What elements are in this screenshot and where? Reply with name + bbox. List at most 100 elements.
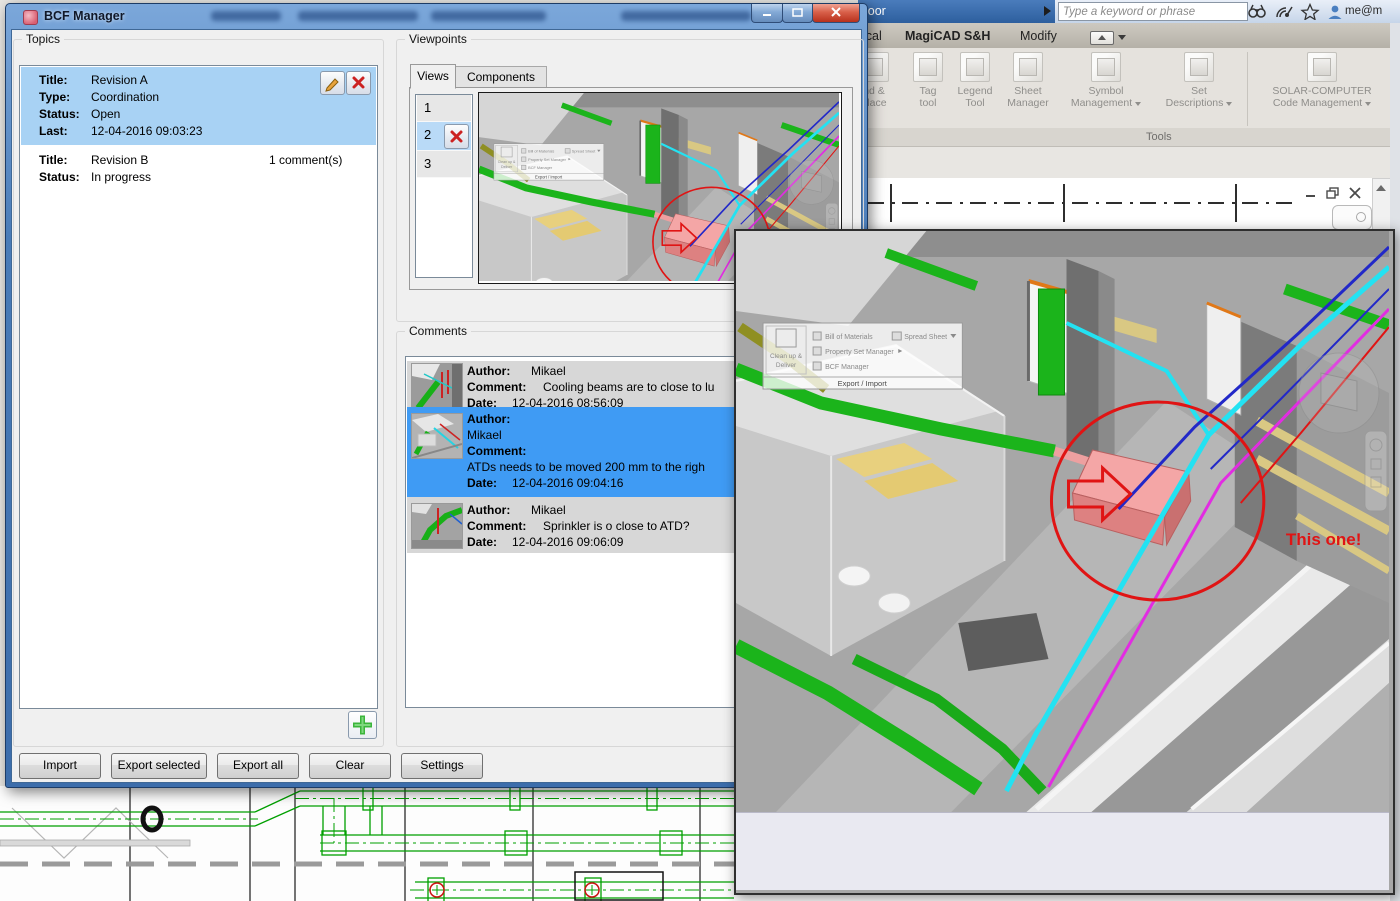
revit-title-text: loor — [865, 4, 886, 18]
topics-group-label: Topics — [22, 32, 64, 46]
ribbon-button-symbol-management[interactable]: Symbol Management — [1060, 52, 1152, 109]
delete-view-button[interactable] — [444, 124, 469, 149]
user-name-label[interactable]: me@m — [1345, 5, 1382, 17]
glass-reflection — [298, 11, 418, 21]
solar-computer-icon — [1307, 52, 1337, 82]
topic-status: Open — [91, 107, 120, 121]
delete-x-icon — [347, 72, 370, 94]
steering-wheel-tab[interactable] — [1332, 205, 1372, 230]
clear-button[interactable]: Clear — [309, 753, 391, 779]
tab-components[interactable]: Components — [455, 66, 547, 89]
cad-floor-plan — [0, 786, 734, 901]
ribbon-panel-strip — [858, 128, 1400, 147]
viewpoints-group-label: Viewpoints — [405, 32, 471, 46]
comment-author: Mikael — [467, 428, 502, 442]
topics-list[interactable]: Title: Revision A Type: Coordination Sta… — [19, 65, 378, 709]
search-input[interactable] — [1058, 2, 1248, 21]
minimize-icon — [752, 4, 782, 22]
screen: loor me@m ical MagiCAD S&H Modify nd & p… — [0, 0, 1400, 901]
grid-tick — [1235, 184, 1237, 222]
viewport-bottom-strip — [736, 812, 1389, 890]
view-item-2-selected[interactable]: 2 — [417, 122, 471, 151]
settings-button[interactable]: Settings — [401, 753, 483, 779]
set-descriptions-icon — [1184, 52, 1214, 82]
add-topic-button[interactable] — [348, 711, 377, 739]
comment-author: Mikael — [531, 503, 566, 517]
export-all-button[interactable]: Export all — [217, 753, 299, 779]
ribbon-minimize-toggle[interactable] — [1090, 31, 1114, 45]
ribbon-button-solar-computer[interactable]: SOLAR-COMPUTER Code Management — [1256, 52, 1388, 109]
delete-x-icon — [445, 125, 468, 148]
grid-tick — [1063, 184, 1065, 222]
comment-text: ATDs needs to be moved 200 mm to the rig… — [467, 460, 705, 474]
glass-reflection — [431, 11, 546, 21]
topic-status: In progress — [91, 170, 151, 184]
sheet-manager-icon — [1013, 52, 1043, 82]
ribbon-tab-modify[interactable]: Modify — [1020, 29, 1057, 43]
maximize-icon — [783, 4, 812, 22]
topic-comment-count: 1 comment(s) — [269, 153, 342, 167]
tag-tool-icon — [913, 52, 943, 82]
view-item-3[interactable]: 3 — [417, 151, 471, 178]
ribbon-toggle-caret-icon[interactable] — [1118, 35, 1126, 40]
viewport-3d-window[interactable] — [734, 229, 1395, 895]
symbol-management-icon — [1091, 52, 1121, 82]
grid-tick — [890, 184, 892, 222]
bcf-app-icon — [23, 10, 38, 25]
scrollbar-up-button[interactable] — [1372, 178, 1391, 236]
communication-center-icon[interactable] — [1274, 3, 1294, 20]
view-minimize-icon[interactable] — [1303, 186, 1319, 200]
dropdown-caret-icon — [1226, 102, 1232, 106]
comment-author: Mikael — [531, 364, 566, 378]
glass-reflection — [211, 11, 281, 21]
view-close-icon[interactable] — [1347, 186, 1363, 200]
dialog-title: BCF Manager — [44, 9, 125, 23]
user-account-icon[interactable] — [1325, 3, 1345, 20]
ribbon-button-tag-tool[interactable]: Tag tool — [906, 52, 950, 109]
legend-tool-icon — [960, 52, 990, 82]
comment-date: 12-04-2016 09:04:16 — [512, 476, 623, 490]
export-selected-button[interactable]: Export selected — [111, 753, 207, 779]
ribbon-lower-strip — [858, 147, 1400, 178]
glass-reflection — [621, 11, 751, 21]
view-restore-icon[interactable] — [1325, 186, 1341, 200]
comment-text: Cooling beams are to close to lu — [543, 380, 714, 394]
comment-text: Sprinkler is o close to ATD? — [543, 519, 690, 533]
views-list[interactable]: 1 2 3 — [415, 94, 473, 278]
topic-type: Coordination — [91, 90, 159, 104]
comment-date: 12-04-2016 09:06:09 — [512, 535, 623, 549]
viewport-3d-scene[interactable] — [736, 231, 1389, 812]
comments-group-label: Comments — [405, 324, 471, 338]
topic-last: 12-04-2016 09:03:23 — [91, 124, 202, 138]
ribbon-panel-separator — [1247, 52, 1248, 126]
favorites-star-icon[interactable] — [1300, 3, 1320, 20]
topic-item-selected[interactable]: Title: Revision A Type: Coordination Sta… — [21, 67, 376, 145]
tab-views[interactable]: Views — [410, 64, 456, 89]
close-icon — [813, 4, 859, 22]
ribbon-button-legend-tool[interactable]: Legend Tool — [950, 52, 1000, 109]
dropdown-caret-icon — [1135, 102, 1141, 106]
minimize-button[interactable] — [751, 4, 783, 23]
dropdown-caret-icon — [1365, 102, 1371, 106]
grid-line — [868, 202, 1298, 204]
ribbon-tab-magicad[interactable]: MagiCAD S&H — [905, 29, 990, 43]
maximize-button[interactable] — [782, 4, 813, 23]
view-item-1[interactable]: 1 — [417, 95, 471, 122]
infocenter-bar: me@m — [1055, 0, 1400, 23]
import-button[interactable]: Import — [19, 753, 101, 779]
comment-thumbnail — [411, 413, 463, 459]
comment-thumbnail — [411, 503, 463, 549]
topic-item[interactable]: Title: Revision B 1 comment(s) Status: I… — [21, 147, 376, 191]
ribbon-button-set-descriptions[interactable]: Set Descriptions — [1156, 52, 1242, 109]
add-plus-icon — [349, 712, 376, 738]
ribbon-button-sheet-manager[interactable]: Sheet Manager — [1000, 52, 1056, 109]
tools-panel-label: Tools — [1146, 131, 1172, 143]
comment-thumbnail — [411, 363, 463, 409]
topic-title: Revision B — [91, 153, 148, 167]
pencil-icon — [321, 72, 344, 94]
search-binoculars-icon[interactable] — [1247, 3, 1267, 20]
edit-topic-button[interactable] — [320, 71, 345, 95]
title-flyout-arrow-icon[interactable] — [1044, 6, 1051, 16]
delete-topic-button[interactable] — [346, 71, 371, 95]
close-button[interactable] — [812, 4, 860, 23]
